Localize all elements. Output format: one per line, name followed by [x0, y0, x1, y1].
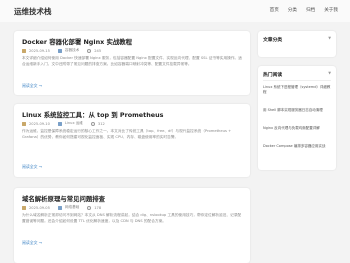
post-views: 312	[97, 121, 105, 126]
post-excerpt: 本文详细介绍如何使用 Docker 快速部署 Nginx 服务，包括容器配置 N…	[22, 56, 242, 66]
post-date: 2025-09-05	[29, 205, 50, 210]
post-views: 245	[94, 48, 102, 53]
nav-about[interactable]: 关于我	[324, 7, 338, 13]
calendar-icon	[22, 205, 26, 210]
hot-posts-title: 热门阅读	[263, 73, 283, 78]
divider	[263, 80, 331, 81]
post-title[interactable]: 域名解析原理与常见问题排查	[22, 194, 105, 203]
post-meta: 2025-09-05 网络基础 178	[22, 205, 101, 210]
chevron-down-icon[interactable]: ▼	[328, 36, 331, 40]
main-nav: 首页 分类 归档 关于我	[270, 7, 338, 13]
nav-categories[interactable]: 分类	[288, 7, 297, 13]
post-views: 178	[94, 205, 102, 210]
post-category[interactable]: 网络基础	[65, 205, 79, 210]
folder-icon	[57, 205, 62, 210]
site-title[interactable]: 运维技术栈	[14, 6, 52, 17]
site-header: 运维技术栈 首页 分类 归档 关于我	[0, 0, 350, 22]
calendar-icon	[22, 48, 26, 53]
read-more-link[interactable]: 阅读全文 →	[22, 83, 42, 89]
hot-posts-header[interactable]: 热门阅读 ▼	[263, 71, 331, 78]
hot-post-link[interactable]: Nginx 反向代理与负载均衡配置详解	[263, 126, 331, 131]
chevron-down-icon[interactable]: ▼	[328, 71, 331, 75]
hot-posts-widget: 热门阅读 ▼ Linux 系统下进程管理（systemd）详细教程 用 Shel…	[258, 66, 336, 170]
calendar-icon	[22, 121, 26, 126]
read-more-link[interactable]: 阅读全文 →	[22, 164, 42, 170]
read-more-link[interactable]: 阅读全文 →	[22, 240, 42, 246]
hot-post-link[interactable]: 用 Shell 脚本实现服务器日志自动清理	[263, 108, 331, 113]
post-excerpt: 作为运维，监控是保障系统稳定运行的核心工作之一。本文对比了传统工具（top、fr…	[22, 129, 232, 139]
categories-title: 文章分类	[263, 38, 283, 43]
post-title[interactable]: Linux 系统监控工具：从 top 到 Prometheus	[22, 110, 163, 119]
nav-home[interactable]: 首页	[270, 7, 279, 13]
post-category[interactable]: 容器技术	[65, 48, 79, 53]
post-date: 2025-09-10	[29, 121, 50, 126]
categories-widget: 文章分类 ▼	[258, 31, 336, 57]
folder-icon	[57, 48, 62, 53]
post-category[interactable]: Linux 运维	[65, 121, 83, 126]
nav-archive[interactable]: 归档	[306, 7, 315, 13]
categories-header[interactable]: 文章分类 ▼	[263, 36, 331, 43]
post-card: Linux 系统监控工具：从 top 到 Prometheus 2025-09-…	[14, 104, 250, 177]
post-meta: 2025-09-10 Linux 运维 312	[22, 121, 105, 126]
post-date: 2025-09-15	[29, 48, 50, 53]
post-card: Docker 容器化部署 Nginx 实战教程 2025-09-15 容器技术 …	[14, 31, 250, 95]
post-meta: 2025-09-15 容器技术 245	[22, 48, 101, 53]
folder-icon	[57, 121, 62, 126]
eye-icon	[87, 48, 92, 53]
eye-icon	[87, 205, 92, 210]
post-title[interactable]: Docker 容器化部署 Nginx 实战教程	[22, 37, 132, 46]
hot-post-link[interactable]: Docker Compose 编排多容器应用实战	[263, 144, 331, 149]
eye-icon	[90, 121, 95, 126]
post-card: 域名解析原理与常见问题排查 2025-09-05 网络基础 178 为什么域名解…	[14, 188, 250, 263]
post-excerpt: 为什么域名解析正常却访问不到网站？本文从 DNS 解析流程讲起，结合 dig、n…	[22, 213, 242, 223]
hot-post-link[interactable]: Linux 系统下进程管理（systemd）详细教程	[263, 85, 331, 96]
